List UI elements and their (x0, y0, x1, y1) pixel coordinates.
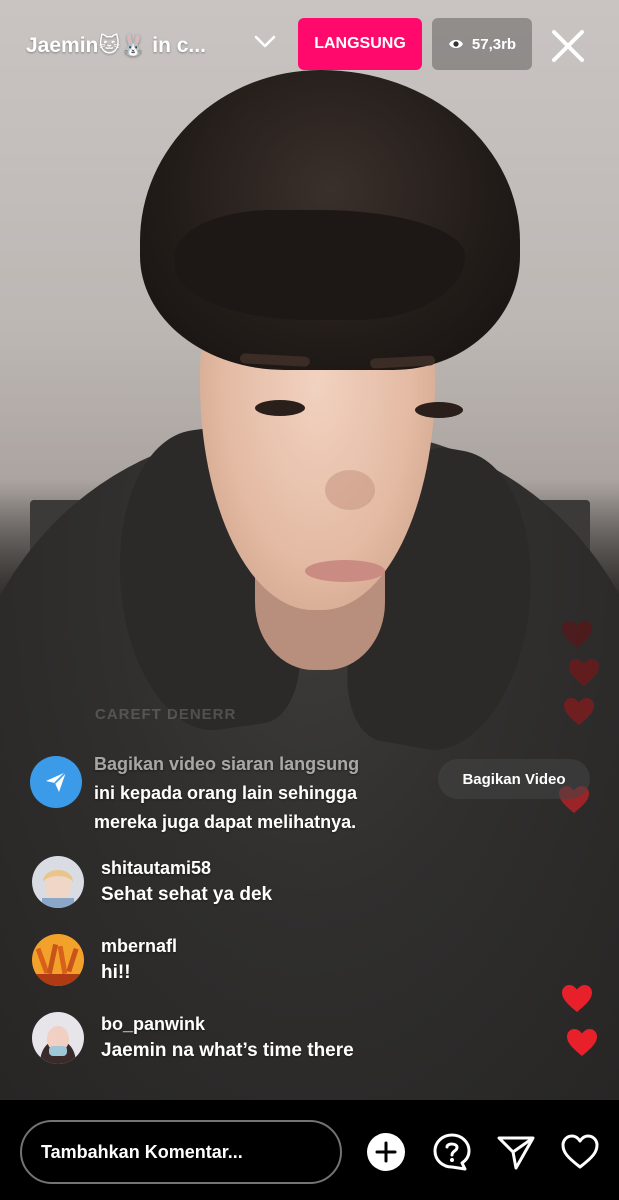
share-prompt-line-2: ini kepada orang lain sehingga (94, 783, 358, 803)
bottom-bar: Tambahkan Komentar... (0, 1100, 619, 1200)
send-icon[interactable] (496, 1132, 536, 1172)
comment-text: Jaemin na what’s time there (101, 1040, 354, 1061)
chevron-down-icon[interactable] (254, 34, 276, 50)
share-prompt-line-3: mereka juga dapat melihatnya. (94, 812, 357, 832)
close-icon[interactable] (548, 26, 588, 66)
mouth (305, 560, 385, 582)
comment-text: Sehat sehat ya dek (101, 884, 273, 905)
comment-item[interactable]: mbernafl hi!! (32, 934, 572, 994)
avatar[interactable] (32, 1012, 84, 1064)
top-bar: Jaemin🐱🐰 in c... LANGSUNG 57,3rb (0, 0, 619, 90)
paper-plane-icon (46, 771, 67, 792)
share-video-button[interactable]: Bagikan Video (438, 759, 590, 799)
share-prompt-line-1: Bagikan video siaran langsung (94, 754, 360, 774)
comment-username[interactable]: bo_panwink (101, 1014, 205, 1035)
eye-left (255, 400, 305, 416)
eye-right (415, 402, 463, 418)
eye-icon (448, 39, 463, 49)
share-icon-badge[interactable] (30, 756, 82, 808)
live-badge: LANGSUNG (298, 18, 422, 70)
heart-icon[interactable] (560, 1132, 600, 1172)
share-prompt-text: Bagikan video siaran langsung ini kepada… (94, 750, 424, 837)
comment-item[interactable]: bo_panwink Jaemin na what’s time there (32, 1012, 572, 1072)
broadcast-title[interactable]: Jaemin🐱🐰 in c... (26, 33, 206, 58)
question-bubble-icon[interactable] (432, 1132, 472, 1172)
floating-heart-icon (562, 621, 592, 648)
floating-heart-icon (569, 659, 599, 686)
comment-text: hi!! (101, 962, 131, 983)
comment-item[interactable]: shitautami58 Sehat sehat ya dek (32, 856, 572, 916)
nose (325, 470, 375, 510)
comment-input[interactable]: Tambahkan Komentar... (20, 1120, 342, 1184)
comment-username[interactable]: shitautami58 (101, 858, 211, 879)
comment-username[interactable]: mbernafl (101, 936, 177, 957)
viewer-count: 57,3rb (471, 35, 517, 53)
floating-heart-icon (564, 698, 594, 725)
viewer-count-badge[interactable]: 57,3rb (432, 18, 532, 70)
hair-fringe (175, 210, 465, 320)
faded-text: CAREFT DENERR (95, 706, 237, 723)
add-circle-icon[interactable] (366, 1132, 406, 1172)
avatar[interactable] (32, 856, 84, 908)
avatar[interactable] (32, 934, 84, 986)
